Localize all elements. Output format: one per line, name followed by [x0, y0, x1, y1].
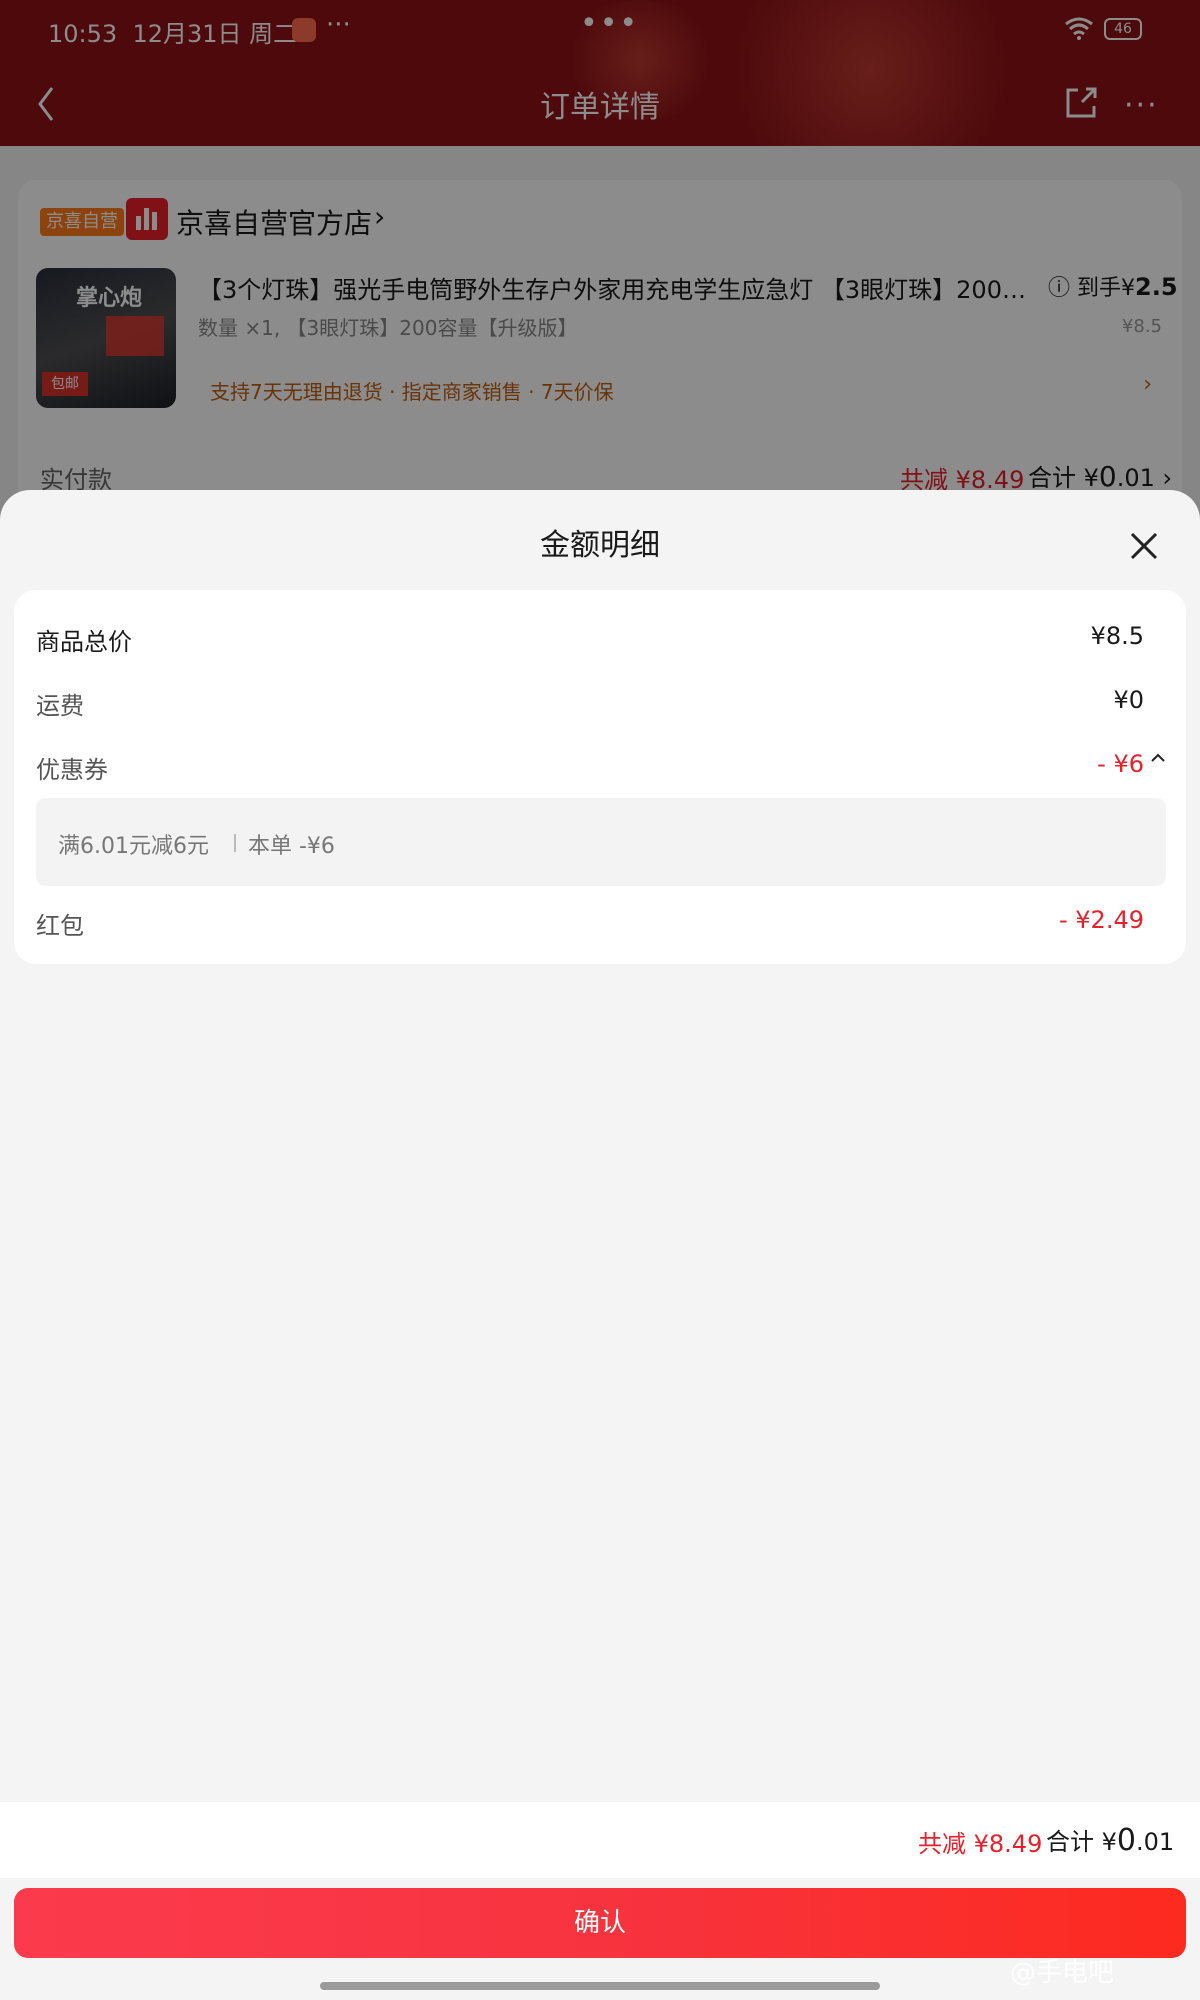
goods-total-label: 商品总价: [36, 628, 132, 656]
total-bar: 共减 ¥8.49 合计 ¥0.01: [0, 1802, 1200, 1878]
shipping-label: 运费: [36, 692, 84, 720]
coupon-condition: 满6.01元减6元: [58, 834, 209, 859]
total-amount: 合计 ¥0.01: [1046, 1823, 1175, 1858]
coupon-amount: 本单 -¥6: [248, 834, 335, 859]
chevron-up-icon[interactable]: [1150, 750, 1166, 766]
coupon-detail: 满6.01元减6元 本单 -¥6: [36, 798, 1166, 886]
coupon-value[interactable]: - ¥6: [1097, 750, 1144, 778]
sheet-title: 金额明细: [540, 528, 660, 563]
red-packet-label: 红包: [36, 912, 84, 940]
confirm-button[interactable]: 确认: [14, 1888, 1186, 1958]
total-discount: 共减 ¥8.49: [918, 1830, 1043, 1858]
goods-total-value: ¥8.5: [1090, 622, 1144, 650]
coupon-label: 优惠券: [36, 756, 108, 784]
watermark: @手电吧: [1010, 1958, 1115, 1988]
shipping-value: ¥0: [1113, 686, 1144, 714]
amount-detail-sheet: 金额明细 商品总价 ¥8.5 运费 ¥0 优惠券 - ¥6 满6.01元减6元 …: [0, 490, 1200, 2000]
red-packet-value: - ¥2.49: [1059, 906, 1144, 934]
close-icon[interactable]: [1126, 528, 1162, 564]
home-indicator[interactable]: [320, 1982, 880, 1990]
divider: [234, 834, 236, 852]
amount-detail-card: 商品总价 ¥8.5 运费 ¥0 优惠券 - ¥6 满6.01元减6元 本单 -¥…: [14, 590, 1186, 964]
